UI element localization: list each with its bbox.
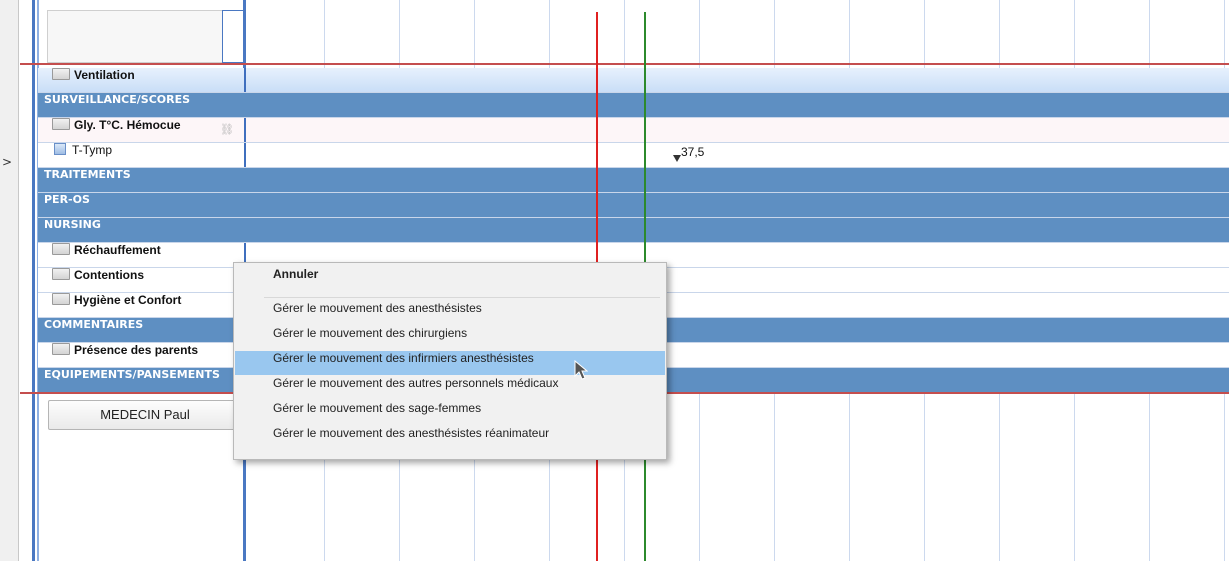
row-label: Ventilation — [42, 68, 246, 92]
t-tymp-value: 37,5 — [681, 145, 705, 159]
section-label: COMMENTAIRES — [44, 318, 144, 331]
section-surveillance[interactable]: SURVEILLANCE/SCORES — [38, 93, 1229, 118]
section-per-os[interactable]: PER-OS — [38, 193, 1229, 218]
outer-left-gutter: > — [0, 0, 19, 561]
row-label-text: Hygiène et Confort — [74, 293, 182, 307]
folder-icon — [52, 243, 70, 255]
menu-item-autres-personnels[interactable]: Gérer le mouvement des autres personnels… — [235, 376, 665, 400]
left-divider — [32, 0, 35, 561]
row-label: T-Tymp — [42, 143, 246, 167]
folder-icon — [52, 293, 70, 305]
section-traitements[interactable]: TRAITEMENTS — [38, 168, 1229, 193]
marker-triangle-icon[interactable] — [673, 155, 681, 162]
section-label: NURSING — [44, 218, 101, 231]
top-left-cell — [222, 10, 244, 63]
menu-item-anesthesistes[interactable]: Gérer le mouvement des anesthésistes — [235, 301, 665, 325]
row-label: Contentions — [42, 268, 246, 292]
menu-item-annuler[interactable]: Annuler — [235, 267, 665, 291]
medecin-button[interactable]: MEDECIN Paul — [48, 400, 242, 430]
link-icon[interactable]: ⛓ — [220, 123, 234, 136]
row-gly[interactable]: Gly. T°C. Hémocue ⛓ — [38, 118, 1229, 143]
menu-item-infirmiers-anesthesistes[interactable]: Gérer le mouvement des infirmiers anesth… — [235, 351, 665, 375]
section-label: SURVEILLANCE/SCORES — [44, 93, 191, 106]
section-label: TRAITEMENTS — [44, 168, 131, 181]
folder-icon — [52, 68, 70, 80]
row-t-tymp[interactable]: T-Tymp 37,5 — [38, 143, 1229, 168]
planning-window: > Ventilation SURVEILLANCE/SCORES Gly. T… — [0, 0, 1229, 561]
section-nursing[interactable]: NURSING — [38, 218, 1229, 243]
row-label-text: Gly. T°C. Hémocue — [74, 118, 181, 132]
menu-item-anesthesistes-reanimateur[interactable]: Gérer le mouvement des anesthésistes réa… — [235, 426, 665, 450]
chart-icon — [54, 143, 66, 155]
menu-item-chirurgiens[interactable]: Gérer le mouvement des chirurgiens — [235, 326, 665, 350]
row-label-text: Présence des parents — [74, 343, 199, 357]
folder-icon — [52, 268, 70, 280]
section-label: PER-OS — [44, 193, 90, 206]
row-label-text: Ventilation — [74, 68, 135, 82]
context-menu: Annuler Gérer le mouvement des anesthési… — [233, 262, 667, 460]
row-ventilation[interactable]: Ventilation — [38, 68, 1229, 93]
folder-icon — [52, 343, 70, 355]
expander-arrow[interactable]: > — [2, 155, 16, 169]
row-label-text: Contentions — [74, 268, 144, 282]
menu-separator — [264, 297, 660, 298]
folder-icon — [52, 118, 70, 130]
row-label: Réchauffement — [42, 243, 246, 267]
band-top-border — [20, 63, 1229, 65]
row-label-text: T-Tymp — [72, 143, 113, 157]
mouse-cursor-icon — [574, 360, 588, 380]
row-label: Hygiène et Confort — [42, 293, 246, 317]
menu-item-sage-femmes[interactable]: Gérer le mouvement des sage-femmes — [235, 401, 665, 425]
row-label: Gly. T°C. Hémocue ⛓ — [42, 118, 246, 142]
top-left-panel — [47, 10, 224, 63]
row-label: Présence des parents — [42, 343, 246, 367]
row-label-text: Réchauffement — [74, 243, 161, 257]
section-label: EQUIPEMENTS/PANSEMENTS — [44, 368, 220, 381]
